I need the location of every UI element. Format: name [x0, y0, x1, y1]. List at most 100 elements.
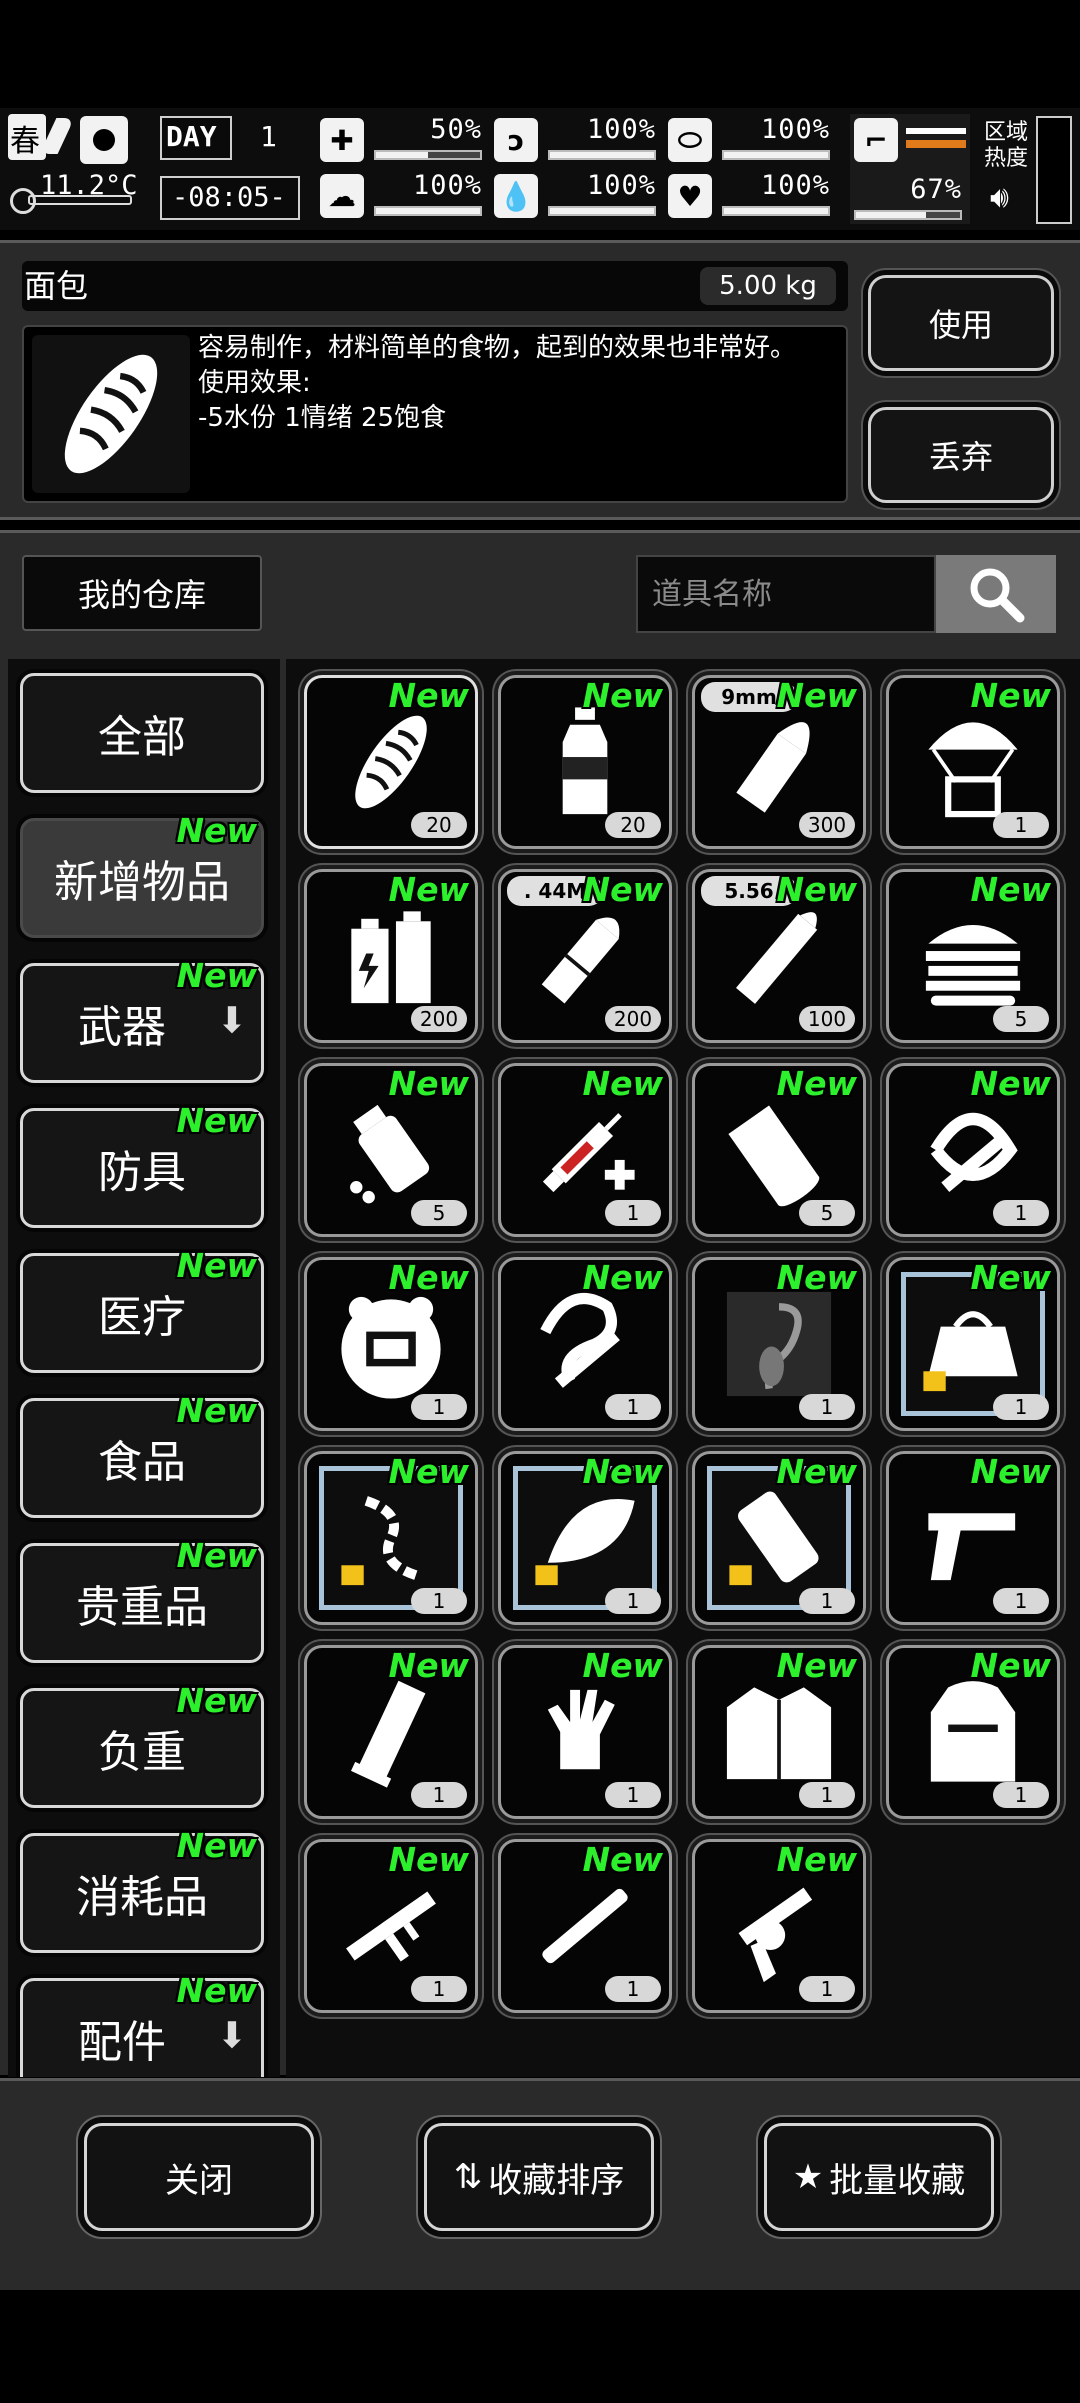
sort-arrows-icon: ⇅ [453, 2157, 483, 2197]
bandage-roll-icon [728, 1105, 820, 1207]
mental-value: 100% [412, 170, 482, 201]
inventory-slot[interactable]: New 1 [304, 1839, 478, 2013]
inventory-slot[interactable]: New 5 [304, 1063, 478, 1237]
new-badge: New [970, 1646, 1052, 1685]
inventory-slot[interactable]: New 1 [498, 1645, 672, 1819]
item-description: 容易制作，材料简单的食物，起到的效果也非常好。 使用效果: -5水份 1情绪 2… [198, 331, 838, 436]
inventory-slot[interactable]: New 1 [692, 1839, 866, 2013]
inventory-slot[interactable]: New 5 [692, 1063, 866, 1237]
new-badge: New [582, 1452, 664, 1491]
new-badge: New [582, 1064, 664, 1103]
thirst-bar [548, 206, 656, 216]
favorite-sort-label: 收藏排序 [488, 2160, 625, 2201]
close-button-label: 关闭 [165, 2160, 233, 2201]
inventory-slot[interactable]: New 5 [886, 869, 1060, 1043]
pistol-icon [928, 1513, 1016, 1581]
rope-flute-icon [930, 1112, 1018, 1193]
item-quantity: 1 [799, 1782, 855, 1808]
category-button[interactable]: 贵重品 New [20, 1536, 264, 1663]
category-label: 武器 [78, 1002, 166, 1053]
speaker-icon[interactable]: 🔊︎ [990, 180, 1009, 215]
inventory-slot[interactable]: New 1 [692, 1451, 866, 1625]
inventory-slot[interactable]: New 1 [692, 1257, 866, 1431]
new-badge: New [388, 1258, 470, 1297]
mental-bar [374, 206, 482, 216]
close-button[interactable]: 关闭 [84, 2123, 314, 2231]
warehouse-panel: 我的仓库 全部新增物品 New 武器 ⬇ New 防具 New 医疗 New 食品 New 贵重品 Ne… [0, 530, 1080, 2077]
inventory-slot[interactable]: New 1 [692, 1645, 866, 1819]
batch-favorite-button[interactable]: ★ 批量收藏 [764, 2123, 994, 2231]
inventory-slot[interactable]: New 1 [886, 1451, 1060, 1625]
season-badge: 春 [8, 114, 46, 160]
item-quantity: 5 [993, 1006, 1049, 1032]
category-button[interactable]: 防具 New [20, 1101, 264, 1228]
item-quantity: 1 [993, 1782, 1049, 1808]
health-bar-fill [376, 152, 428, 158]
mood-value: 100% [760, 170, 830, 201]
inventory-slot[interactable]: New 1 [304, 1451, 478, 1625]
cylinder-icon [729, 1491, 819, 1586]
item-quantity: 5 [411, 1200, 467, 1226]
magazine-icon [351, 1680, 426, 1788]
sun-icon [80, 116, 128, 164]
new-badge: New [388, 676, 470, 715]
category-button[interactable]: 消耗品 New [20, 1826, 264, 1953]
favorite-sort-button[interactable]: ⇅ 收藏排序 [424, 2123, 654, 2231]
warehouse-title: 我的仓库 [22, 555, 262, 631]
item-description-line: -5水份 1情绪 25饱食 [198, 403, 447, 433]
category-button[interactable]: 食品 New [20, 1391, 264, 1518]
health-bar [374, 150, 482, 160]
new-badge: New [582, 1840, 664, 1879]
search-button[interactable] [936, 555, 1056, 633]
inventory-slot[interactable]: New 1 [886, 1063, 1060, 1237]
inventory-slot[interactable]: New 20 [498, 675, 672, 849]
discard-button[interactable]: 丢弃 [868, 407, 1054, 503]
stamina-bar [854, 210, 962, 220]
inventory-slot[interactable]: New 1 [886, 1645, 1060, 1819]
category-button[interactable]: 负重 New [20, 1681, 264, 1808]
inventory-slot[interactable]: New 1 [498, 1063, 672, 1237]
category-button[interactable]: 全部 [20, 673, 264, 793]
category-label: 新增物品 [54, 857, 230, 908]
inventory-slot[interactable]: 5.56 New 100 [692, 869, 866, 1043]
inventory-slot[interactable]: New 20 [304, 675, 478, 849]
category-label: 全部 [98, 712, 186, 763]
inventory-slot[interactable]: New 1 [886, 1257, 1060, 1431]
zone-heat-label: 区域热度 [984, 120, 1029, 171]
category-button[interactable]: 配件 ⬇ New [20, 1971, 264, 2077]
new-badge: New [176, 1246, 258, 1285]
inventory-slot[interactable]: New 1 [886, 675, 1060, 849]
category-label: 负重 [98, 1727, 186, 1778]
inventory-slot[interactable]: New 1 [498, 1451, 672, 1625]
use-button[interactable]: 使用 [868, 275, 1054, 371]
inventory-slot[interactable]: New 1 [304, 1257, 478, 1431]
item-quantity: 1 [411, 1782, 467, 1808]
category-label: 食品 [98, 1437, 186, 1488]
smg-icon [346, 1891, 436, 1962]
item-quantity: 1 [993, 1394, 1049, 1420]
backpack-icon [930, 1681, 1016, 1782]
item-quantity: 20 [411, 812, 467, 838]
new-badge: New [388, 1064, 470, 1103]
new-badge: New [176, 1101, 258, 1140]
bread-icon [64, 354, 158, 474]
item-quantity: 1 [605, 1394, 661, 1420]
stick-icon [542, 1888, 628, 1964]
item-description-box: 容易制作，材料简单的食物，起到的效果也非常好。 使用效果: -5水份 1情绪 2… [22, 325, 848, 503]
new-badge: New [388, 1840, 470, 1879]
day-label-box: DAY [160, 116, 232, 160]
mood-bar [722, 206, 830, 216]
stamina-panel: ⌐ 67% [850, 114, 970, 224]
category-button[interactable]: 武器 ⬇ New [20, 956, 264, 1083]
inventory-slot[interactable]: 9mm New 300 [692, 675, 866, 849]
category-button[interactable]: 医疗 New [20, 1246, 264, 1373]
item-search-input[interactable] [636, 555, 936, 633]
inventory-slot[interactable]: New 1 [498, 1839, 672, 2013]
expand-arrow-icon: ⬇ [216, 2015, 247, 2057]
expand-arrow-icon: ⬇ [216, 1000, 247, 1042]
inventory-slot[interactable]: New 1 [498, 1257, 672, 1431]
inventory-slot[interactable]: New 200 [304, 869, 478, 1043]
inventory-slot[interactable]: New 1 [304, 1645, 478, 1819]
category-button[interactable]: 新增物品 New [20, 811, 264, 938]
inventory-slot[interactable]: . 44M New 200 [498, 869, 672, 1043]
